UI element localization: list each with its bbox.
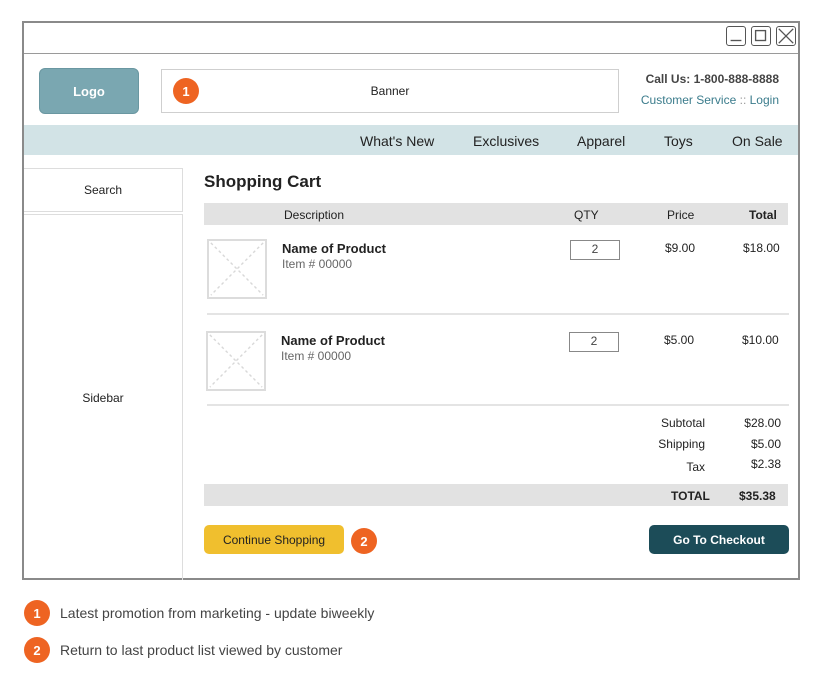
annotation-badge-1: 1 <box>24 600 50 626</box>
maximize-icon[interactable] <box>751 26 771 46</box>
product-name[interactable]: Name of Product <box>281 333 385 348</box>
column-description: Description <box>284 208 345 222</box>
cart-table-header: Description QTY Price Total <box>204 203 788 225</box>
column-price: Price <box>667 208 695 222</box>
logo[interactable]: Logo <box>39 68 139 114</box>
nav-item-exclusives[interactable]: Exclusives <box>473 133 539 149</box>
sidebar: Sidebar <box>24 214 183 580</box>
total-label: TOTAL <box>671 489 710 503</box>
tax-label: Tax <box>686 460 705 474</box>
search-box[interactable]: Search <box>24 168 183 212</box>
product-total: $10.00 <box>742 333 779 347</box>
nav-item-whats-new[interactable]: What's New <box>360 133 434 149</box>
column-total: Total <box>749 208 777 222</box>
row-divider <box>207 313 789 315</box>
go-to-checkout-button[interactable]: Go To Checkout <box>649 525 789 554</box>
main-nav: What's New Exclusives Apparel Toys On Sa… <box>24 125 798 155</box>
annotation-note-2: 2 Return to last product list viewed by … <box>24 637 342 663</box>
nav-item-toys[interactable]: Toys <box>664 133 693 149</box>
total-bar: TOTAL $35.38 <box>204 484 788 506</box>
subtotal-label: Subtotal <box>660 416 705 430</box>
continue-shopping-button[interactable]: Continue Shopping <box>204 525 344 554</box>
product-image-placeholder[interactable] <box>206 331 266 391</box>
annotation-badge-2: 2 <box>24 637 50 663</box>
sidebar-label: Sidebar <box>82 390 124 405</box>
login-link[interactable]: Login <box>750 93 779 107</box>
table-row: Name of Product Item # 00000 2 $5.00 $10… <box>204 329 788 409</box>
tax-value: $2.38 <box>750 457 781 471</box>
page-title: Shopping Cart <box>204 172 322 191</box>
total-value: $35.38 <box>739 489 776 503</box>
quantity-input[interactable]: 2 <box>570 240 620 260</box>
row-divider <box>207 404 789 406</box>
window-titlebar <box>24 23 798 54</box>
product-price: $5.00 <box>664 333 695 347</box>
shipping-label: Shipping <box>658 437 705 451</box>
annotation-badge-2: 2 <box>351 528 377 554</box>
banner-label: Banner <box>370 84 410 98</box>
customer-service-link[interactable]: Customer Service <box>641 93 736 107</box>
product-item-number: Item # 00000 <box>282 257 353 271</box>
annotation-text: Latest promotion from marketing - update… <box>60 605 375 621</box>
account-links: Customer Service :: Login <box>641 93 779 107</box>
product-name[interactable]: Name of Product <box>282 241 386 256</box>
annotation-text: Return to last product list viewed by cu… <box>60 642 343 658</box>
product-item-number: Item # 00000 <box>281 349 352 363</box>
product-image-placeholder[interactable] <box>207 239 267 299</box>
column-qty: QTY <box>574 208 599 222</box>
product-total: $18.00 <box>743 241 780 255</box>
table-row: Name of Product Item # 00000 2 $9.00 $18… <box>204 237 788 317</box>
close-icon[interactable] <box>776 26 796 46</box>
link-separator: :: <box>739 93 747 107</box>
browser-window: Logo 1 Banner Call Us: 1-800-888-8888 Cu… <box>22 21 800 580</box>
call-us-text: Call Us: 1-800-888-8888 <box>645 72 779 86</box>
annotation-note-1: 1 Latest promotion from marketing - upda… <box>24 600 374 626</box>
banner[interactable]: 1 Banner <box>161 69 619 113</box>
product-price: $9.00 <box>665 241 696 255</box>
nav-item-apparel[interactable]: Apparel <box>577 133 625 149</box>
annotation-badge-1: 1 <box>173 78 199 104</box>
subtotal-value: $28.00 <box>744 416 781 430</box>
nav-item-on-sale[interactable]: On Sale <box>732 133 783 149</box>
quantity-input[interactable]: 2 <box>569 332 619 352</box>
minimize-icon[interactable] <box>726 26 746 46</box>
shipping-value: $5.00 <box>750 437 781 451</box>
